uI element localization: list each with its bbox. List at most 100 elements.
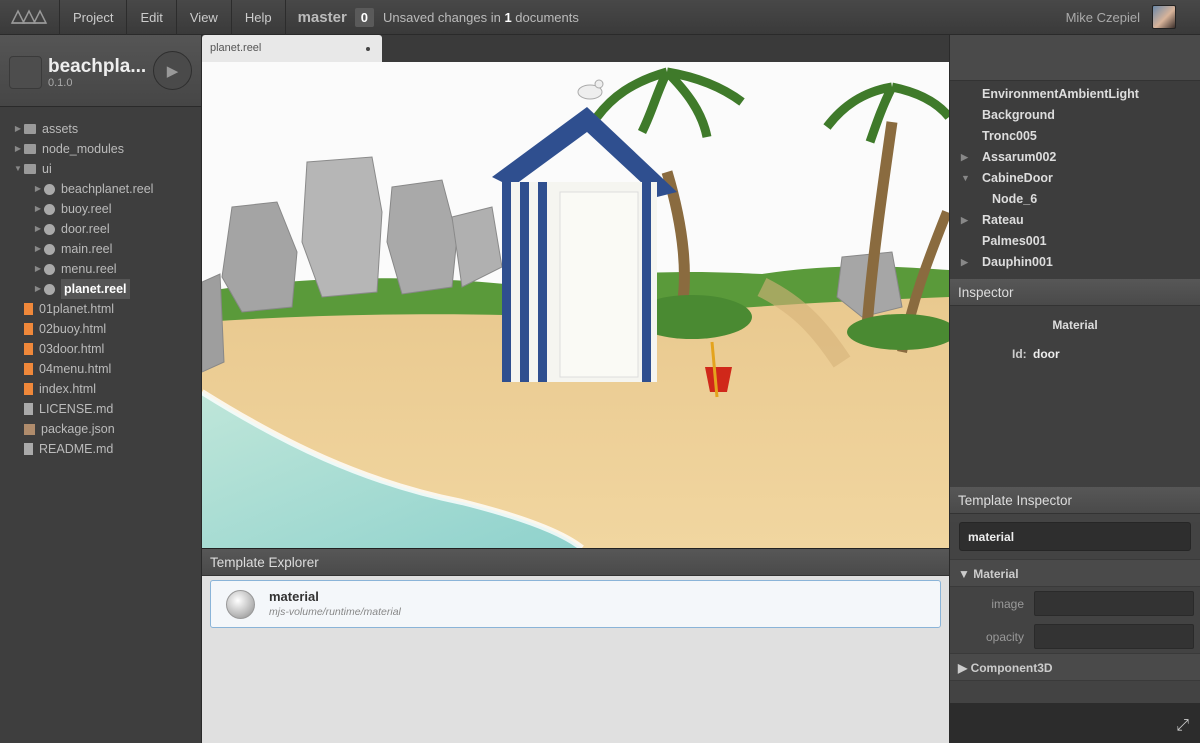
scene-viewport[interactable] — [202, 62, 949, 548]
prop-opacity-input[interactable] — [1034, 624, 1194, 649]
scene-tree-item[interactable]: ▶ Dauphin001 — [950, 252, 1200, 273]
md-file-icon — [24, 403, 33, 415]
file-tree-label: assets — [42, 122, 79, 136]
chevron-down-icon[interactable]: ▼ — [961, 168, 970, 189]
project-icon — [9, 56, 42, 89]
scene-tree-item[interactable]: Node_6 — [950, 189, 1200, 210]
chevron-right-icon[interactable]: ▶ — [961, 252, 968, 273]
scene-tree-item[interactable]: ▶ Assarum002 — [950, 147, 1200, 168]
template-inspector-title: Template Inspector — [950, 487, 1200, 514]
chevron-down-icon[interactable]: ▼ — [12, 159, 24, 179]
file-tree-item[interactable]: ▶ menu.reel — [0, 259, 201, 279]
scene-tree-item[interactable]: Tronc005 — [950, 126, 1200, 147]
json-file-icon — [24, 423, 35, 435]
file-tree-label: LICENSE.md — [39, 402, 114, 416]
unsaved-count-badge: 0 — [354, 7, 375, 27]
menu-edit[interactable]: Edit — [127, 0, 177, 35]
material-sphere-icon — [226, 590, 255, 619]
scene-tree-label: Dauphin001 — [982, 255, 1053, 269]
folder-file-icon — [24, 124, 36, 134]
chevron-right-icon[interactable]: ▶ — [32, 219, 44, 239]
scene-tree-item[interactable]: EnvironmentAmbientLight — [950, 84, 1200, 105]
scene-tree-label: Assarum002 — [982, 150, 1057, 164]
menu-view[interactable]: View — [177, 0, 232, 35]
section-material[interactable]: ▼ Material — [950, 559, 1200, 587]
file-tree-label: door.reel — [61, 222, 110, 236]
play-icon: ▶ — [166, 62, 179, 80]
scene-tree-item[interactable]: ▼ CabineDoor — [950, 168, 1200, 189]
file-tree-item[interactable]: README.md — [0, 439, 201, 459]
tab-planet-reel[interactable]: planet.reel — [202, 35, 382, 62]
scene-tree-label: CabineDoor — [982, 171, 1053, 185]
file-tree-item[interactable]: package.json — [0, 419, 201, 439]
file-tree-item[interactable]: ▼ ui — [0, 159, 201, 179]
file-tree-label: ui — [42, 162, 52, 176]
reel-file-icon — [44, 183, 55, 195]
scene-tree-item[interactable]: ▶ Rateau — [950, 210, 1200, 231]
reel-file-icon — [44, 203, 55, 215]
section-component3d[interactable]: ▶ Component3D — [950, 653, 1200, 681]
file-tree-item[interactable]: ▶ assets — [0, 119, 201, 139]
file-tree-item[interactable]: ▶ main.reel — [0, 239, 201, 259]
avatar[interactable] — [1152, 5, 1176, 29]
chevron-right-icon[interactable]: ▶ — [961, 147, 968, 168]
chevron-right-icon[interactable]: ▶ — [12, 139, 24, 159]
file-tree-item[interactable]: 02buoy.html — [0, 319, 201, 339]
chevron-right-icon[interactable]: ▶ — [32, 259, 44, 279]
file-tree-item[interactable]: ▶ buoy.reel — [0, 199, 201, 219]
scene-render[interactable] — [202, 62, 949, 548]
file-tree-item[interactable]: 04menu.html — [0, 359, 201, 379]
scene-tree-header — [950, 35, 1200, 81]
file-tree-item[interactable]: 03door.html — [0, 339, 201, 359]
scene-tree-item[interactable]: Background — [950, 105, 1200, 126]
template-item-path: mjs-volume/runtime/material — [269, 606, 401, 618]
app-logo[interactable] — [0, 0, 60, 35]
branch-name[interactable]: master — [298, 9, 347, 26]
template-explorer-panel: Template Explorer material mjs-volume/ru… — [202, 548, 949, 743]
chevron-right-icon[interactable]: ▶ — [32, 179, 44, 199]
file-tree-item[interactable]: 01planet.html — [0, 299, 201, 319]
file-tree-item[interactable]: ▶ node_modules — [0, 139, 201, 159]
file-tree-item[interactable]: LICENSE.md — [0, 399, 201, 419]
template-item-name: material — [269, 589, 319, 604]
file-tree-label: beachplanet.reel — [61, 182, 154, 196]
chevron-right-icon[interactable]: ▶ — [32, 239, 44, 259]
file-tree-label: 04menu.html — [39, 362, 112, 376]
inspector-body: Material Id: door — [950, 306, 1200, 487]
html-file-icon — [24, 363, 33, 375]
inspector-id-value[interactable]: door — [1033, 347, 1060, 361]
file-tree-label: 01planet.html — [39, 302, 115, 316]
menubar: Project Edit View Help master 0 Unsaved … — [0, 0, 1200, 35]
file-tree-label: planet.reel — [61, 279, 130, 299]
template-search-input[interactable]: material — [959, 522, 1191, 551]
user-name[interactable]: Mike Czepiel — [1066, 0, 1140, 35]
inspector-panel: Inspector Material Id: door — [950, 279, 1200, 487]
file-tree-label: 03door.html — [39, 342, 105, 356]
reel-file-icon — [44, 263, 55, 275]
file-tree-item[interactable]: ▶ planet.reel — [0, 279, 201, 299]
unsaved-dot-icon[interactable] — [366, 47, 370, 51]
file-tree-label: index.html — [39, 382, 96, 396]
file-tree-item[interactable]: ▶ beachplanet.reel — [0, 179, 201, 199]
file-tree-item[interactable]: index.html — [0, 379, 201, 399]
menu-help[interactable]: Help — [232, 0, 286, 35]
chevron-right-icon[interactable]: ▶ — [961, 210, 968, 231]
template-inspector-body: material ▼ Material image opacity ▶ Comp… — [950, 522, 1200, 730]
scene-tree-item[interactable]: Palmes001 — [950, 231, 1200, 252]
tab-label: planet.reel — [210, 42, 262, 54]
project-name: beachpla... — [48, 56, 147, 77]
scene-tree: EnvironmentAmbientLight Background Tronc00… — [950, 81, 1200, 279]
expand-icon[interactable]: ⤢ — [1176, 717, 1189, 735]
template-item-material[interactable]: material mjs-volume/runtime/material — [210, 580, 941, 628]
chevron-right-icon[interactable]: ▶ — [12, 119, 24, 139]
file-tree-item[interactable]: ▶ door.reel — [0, 219, 201, 239]
play-button[interactable]: ▶ — [153, 51, 192, 90]
prop-image-input[interactable] — [1034, 591, 1194, 616]
file-tree-label: menu.reel — [61, 262, 117, 276]
reel-file-icon — [44, 223, 55, 235]
inspector-object-type: Material — [1052, 318, 1098, 332]
chevron-right-icon[interactable]: ▶ — [32, 279, 44, 299]
chevron-right-icon[interactable]: ▶ — [32, 199, 44, 219]
prop-opacity-label: opacity — [985, 630, 1024, 644]
menu-project[interactable]: Project — [60, 0, 128, 35]
